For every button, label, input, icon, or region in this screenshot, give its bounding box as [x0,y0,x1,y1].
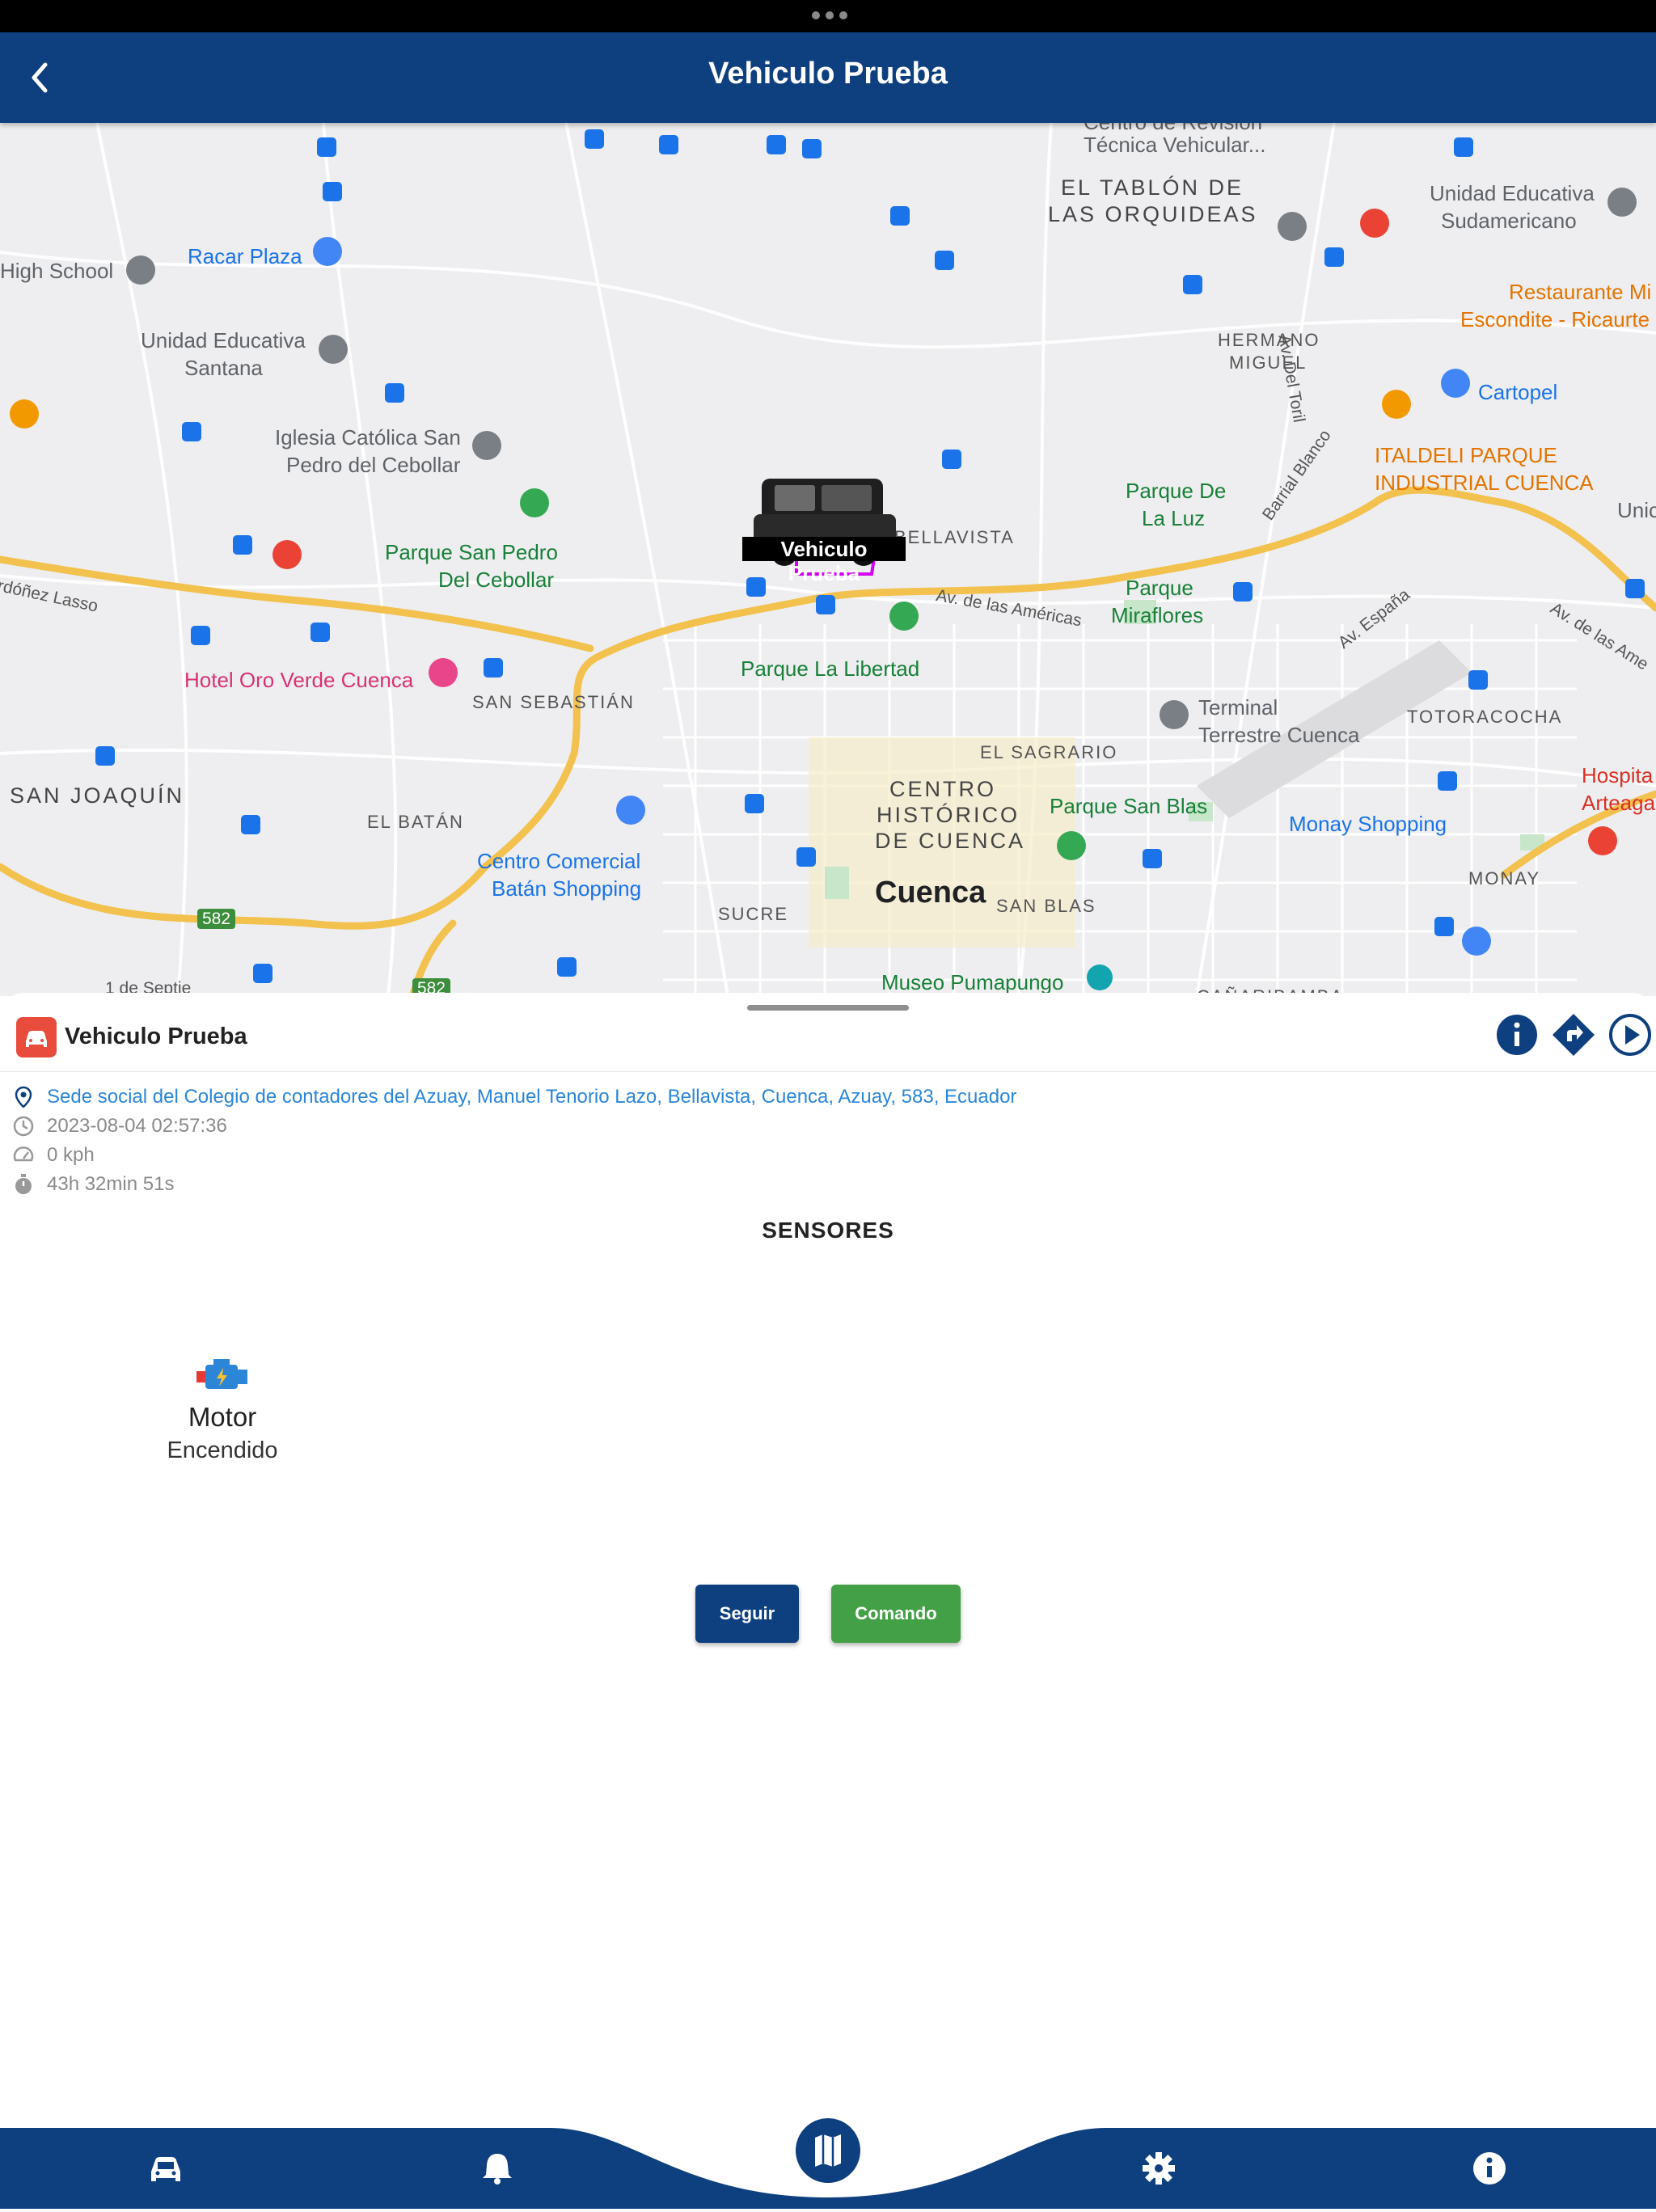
location-pin-icon [15,1086,32,1108]
map-label: EL BATÁN [367,812,464,832]
route-shield: 582 [197,909,236,930]
map-label: SAN BLAS [996,896,1096,916]
map-label: Iglesia Católica San [275,425,461,450]
address-row[interactable]: Sede social del Colegio de contadores de… [11,1085,1016,1109]
duration-text: 43h 32min 51s [47,1173,175,1195]
map-label: TOTORACOCHA [1407,707,1563,727]
play-button[interactable] [1607,1012,1653,1057]
drag-handle[interactable] [747,1005,909,1011]
map-label: LAS ORQUIDEAS [1048,202,1258,226]
page-title: Vehiculo Prueba [708,57,948,91]
vehicle-name: Vehiculo Prueba [65,1024,247,1049]
address-text[interactable]: Sede social del Colegio de contadores de… [47,1086,1016,1108]
map-label: SUCRE [718,904,789,924]
map-label: Terminal [1198,695,1278,720]
vehicle-detail-sheet: Vehiculo Prueba Sede social del Colegio … [0,993,1656,2128]
nav-map[interactable] [794,2117,862,2185]
map-label: SAN JOAQUÍN [10,783,185,808]
map-label: Parque [1126,576,1193,600]
map-label: Centro Comercial [477,849,641,873]
multitasking-dots-icon[interactable] [812,11,847,19]
speed-text: 0 kph [47,1144,95,1166]
map-label: High School [0,259,114,283]
map-label: Racar Plaza [188,244,302,268]
map-label: ITALDELI PARQUE [1375,443,1557,467]
car-badge-icon [16,1017,57,1057]
engine-icon [196,1359,247,1389]
map-label: INDUSTRIAL CUENCA [1375,471,1594,495]
map-label: Parque San Blas [1050,794,1208,818]
map-label: DE CUENCA [875,829,1026,853]
bell-icon [483,2154,512,2185]
map-label: EL TABLÓN DE [1061,175,1244,200]
info-icon [1497,1015,1537,1055]
info-button[interactable] [1494,1012,1540,1057]
map-label: Técnica Vehicular... [1084,133,1266,157]
map-label: CENTRO [889,777,996,801]
timestamp-text: 2023-08-04 02:57:36 [47,1115,227,1137]
status-bar [0,0,1656,32]
stopwatch-icon [15,1174,32,1194]
map-label: Hospita [1582,763,1654,787]
map-label: SAN SEBASTIÁN [472,692,635,712]
map-label: Parque La Libertad [741,656,920,681]
map-label: Unidad Educativa [141,328,306,352]
map-label: La Luz [1142,506,1206,530]
command-button[interactable]: Comando [831,1585,961,1643]
vehicle-header [0,1012,1656,1072]
map-label: Cuenca [875,876,986,910]
directions-button[interactable] [1551,1012,1596,1057]
map-label: Parque De [1126,479,1227,503]
map-label: BELLAVISTA [894,527,1015,547]
map-label: Monay Shopping [1289,812,1447,836]
play-icon [1609,1014,1651,1056]
map-view[interactable]: Centro de Revisión Técnica Vehicular... … [0,123,1656,996]
map-label: Cartopel [1478,380,1558,404]
nav-notifications[interactable] [463,2144,531,2212]
map-label: Batán Shopping [492,876,642,901]
gear-icon [1143,2152,1175,2185]
map-label: Terrestre Cuenca [1198,723,1360,747]
speedometer-icon [13,1146,34,1162]
map-label: Unic [1617,498,1656,522]
directions-icon [1552,1014,1595,1056]
bottom-navigation [0,2102,1656,2209]
info-icon [1473,2152,1506,2185]
map-icon [796,2118,860,2183]
map-label: Del Cebollar [438,568,555,592]
clock-icon [13,1116,34,1137]
nav-settings[interactable] [1125,2144,1193,2212]
map-label: Unidad Educativa [1430,181,1595,205]
map-label: HERMANO [1218,330,1320,350]
map-label: Escondite - Ricaurte [1460,307,1650,331]
map-label: Parque San Pedro [385,540,558,564]
follow-button[interactable]: Seguir [695,1585,799,1643]
map-label: Pedro del Cebollar [286,453,461,477]
sensor-name: Motor [188,1402,257,1432]
sensor-value: Encendido [167,1437,278,1463]
map-label: Miraflores [1111,603,1204,627]
speed-row: 0 kph [11,1143,95,1167]
map-label: Sudamericano [1441,209,1577,233]
map-label: HISTÓRICO [877,803,1020,827]
car-icon [151,2157,180,2181]
nav-info[interactable] [1455,2144,1523,2212]
sensor-item: Motor Encendido [129,1357,315,1464]
app-bar: Vehiculo Prueba [0,32,1656,123]
map-label: MONAY [1468,868,1541,889]
map-label: Restaurante Mi [1509,280,1652,304]
nav-vehicles[interactable] [132,2144,200,2212]
timestamp-row: 2023-08-04 02:57:36 [11,1114,227,1138]
map-label: Santana [184,356,263,380]
vehicle-marker-label: Vehiculo Prueba [742,537,906,585]
map-label: Arteaga [1582,791,1656,815]
map-label: EL SAGRARIO [980,742,1118,762]
map-label: Hotel Oro Verde Cuenca [184,668,414,692]
duration-row: 43h 32min 51s [11,1172,174,1197]
sensors-title: SENSORES [762,1218,894,1243]
map-label: Museo Pumapungo [881,970,1064,994]
